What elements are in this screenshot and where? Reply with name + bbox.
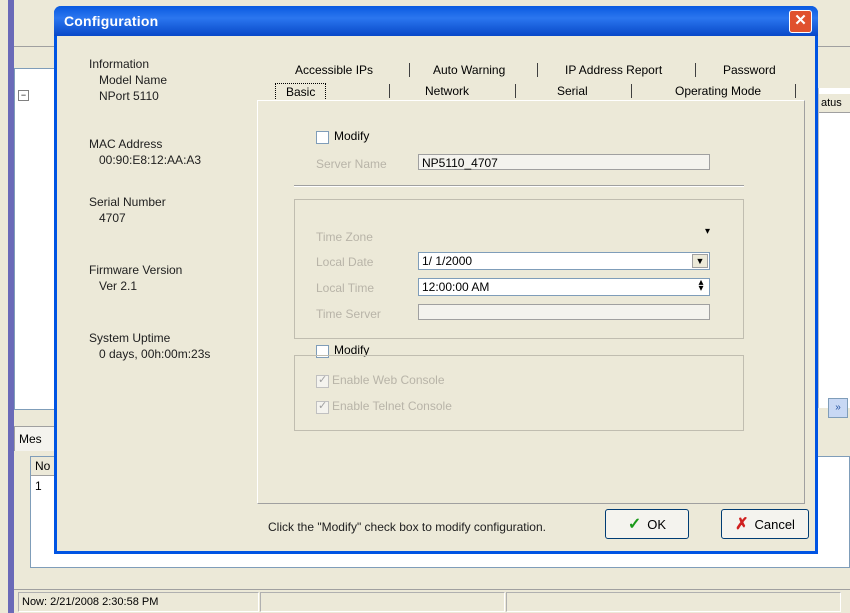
local-time-field[interactable]: 12:00:00 AM ▴ ▾ (418, 278, 710, 296)
tab-separator (631, 84, 632, 98)
tab-row-2: Basic Network Serial Operating Mode (265, 83, 805, 101)
serial-number-label: Serial Number (89, 195, 166, 209)
tab-password[interactable]: Password (723, 62, 776, 78)
serial-number-value: 4707 (99, 211, 126, 225)
cancel-x-icon: ✗ (735, 516, 749, 533)
enable-telnet-console-label: Enable Telnet Console (332, 399, 452, 413)
model-name-label: Model Name (99, 73, 168, 87)
tree-expander-icon[interactable]: − (18, 90, 29, 101)
basic-settings-panel: Modify Server Name NP5110_4707 Time Zone… (257, 100, 805, 504)
cancel-button[interactable]: ✗ Cancel (721, 509, 809, 539)
cancel-button-label: Cancel (754, 517, 795, 532)
tab-row-1: Accessible IPs Auto Warning IP Address R… (265, 62, 805, 78)
modify-server-label: Modify (334, 129, 370, 143)
system-uptime-value: 0 days, 00h:00m:23s (99, 347, 211, 361)
tab-separator (795, 84, 796, 98)
message-list-row[interactable]: 1 (35, 479, 42, 493)
dropdown-arrow-icon[interactable]: ▼ (692, 254, 708, 268)
tab-separator (515, 84, 516, 98)
tab-separator (389, 84, 390, 98)
time-server-label: Time Server (316, 307, 381, 321)
tab-ip-address-report[interactable]: IP Address Report (565, 62, 662, 78)
firmware-version-label: Firmware Version (89, 263, 183, 277)
device-tree-pane[interactable] (14, 68, 58, 410)
server-name-field[interactable]: NP5110_4707 (418, 154, 710, 170)
tab-accessible-ips[interactable]: Accessible IPs (295, 62, 373, 78)
system-uptime-label: System Uptime (89, 331, 171, 345)
console-settings-group (294, 355, 744, 431)
configuration-dialog: Configuration ✕ Information Model Name N… (54, 6, 818, 554)
time-server-field[interactable] (418, 304, 710, 320)
enable-web-console-label: Enable Web Console (332, 373, 445, 387)
tab-separator (409, 63, 410, 77)
status-time: Now: 2/21/2008 2:30:58 PM (18, 592, 259, 612)
local-date-label: Local Date (316, 255, 374, 269)
mac-address-label: MAC Address (89, 137, 163, 151)
info-model-group: Information Model Name NPort 5110 (89, 56, 167, 104)
tab-control: Accessible IPs Auto Warning IP Address R… (257, 54, 805, 504)
information-heading: Information (89, 57, 150, 71)
enable-telnet-console-checkbox[interactable] (316, 399, 329, 414)
ok-button-label: OK (647, 517, 667, 532)
info-uptime-group: System Uptime 0 days, 00h:00m:23s (89, 330, 210, 362)
status-pane-2 (260, 592, 505, 612)
mac-address-value: 00:90:E8:12:AA:A3 (99, 153, 202, 167)
scroll-right-icon[interactable]: » (828, 398, 848, 418)
info-mac-group: MAC Address 00:90:E8:12:AA:A3 (89, 136, 201, 168)
status-column-header[interactable]: atus (819, 94, 850, 113)
time-zone-label: Time Zone (316, 230, 373, 244)
tab-auto-warning[interactable]: Auto Warning (433, 62, 505, 78)
ok-button[interactable]: ✓ OK (605, 509, 689, 539)
modify-hint-text: Click the "Modify" check box to modify c… (268, 520, 546, 534)
firmware-version-value: Ver 2.1 (99, 279, 138, 293)
local-time-label: Local Time (316, 281, 375, 295)
tab-network[interactable]: Network (425, 83, 469, 99)
local-date-field[interactable]: 1/ 1/2000 ▼ (418, 252, 710, 270)
tab-separator (537, 63, 538, 77)
model-name-value: NPort 5110 (99, 89, 159, 103)
modify-server-checkbox[interactable] (316, 131, 329, 144)
tab-operating-mode[interactable]: Operating Mode (675, 83, 761, 99)
enable-web-console-checkbox[interactable] (316, 373, 329, 388)
status-bar: Now: 2/21/2008 2:30:58 PM (14, 589, 850, 612)
spin-icon[interactable]: ▴ ▾ (694, 278, 708, 294)
tab-serial[interactable]: Serial (557, 83, 588, 99)
local-date-value: 1/ 1/2000 (422, 254, 473, 268)
info-firmware-group: Firmware Version Ver 2.1 (89, 262, 182, 294)
dialog-title: Configuration (64, 13, 159, 29)
server-name-label: Server Name (316, 157, 387, 171)
ok-check-icon: ✓ (627, 516, 642, 533)
info-serial-group: Serial Number 4707 (89, 194, 166, 226)
device-list-status-column: atus (818, 88, 850, 408)
tab-separator (695, 63, 696, 77)
dialog-titlebar[interactable]: Configuration ✕ (54, 6, 818, 36)
local-time-value: 12:00:00 AM (422, 280, 490, 294)
dropdown-arrow-icon[interactable]: ▾ (705, 225, 710, 239)
close-icon[interactable]: ✕ (789, 10, 812, 33)
section-divider (294, 185, 744, 187)
status-pane-3 (506, 592, 841, 612)
tab-basic[interactable]: Basic (275, 83, 327, 101)
